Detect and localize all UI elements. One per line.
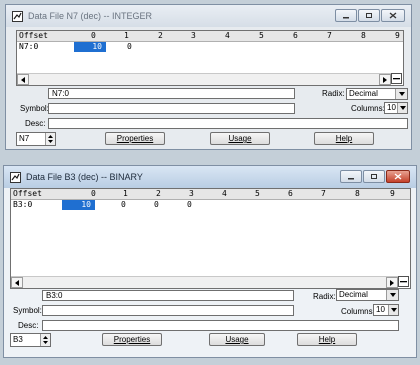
columns-label: Columns: (351, 104, 385, 113)
usage-button[interactable]: Usage (210, 132, 270, 145)
column-header-7: 7 (321, 189, 326, 198)
symbol-field[interactable] (48, 103, 295, 114)
columns-value: 10 (376, 305, 385, 314)
file-spinner[interactable]: N7 (16, 132, 56, 146)
selected-cell[interactable]: 10 (74, 42, 106, 52)
grid-column-header: Offset 0 1 2 3 4 5 6 7 8 9 (11, 189, 410, 200)
column-header-8: 8 (361, 31, 366, 40)
window-title: Data File N7 (dec) -- INTEGER (28, 11, 153, 21)
radix-select[interactable]: Decimal (346, 88, 408, 100)
minimize-button[interactable] (335, 9, 357, 22)
horizontal-scrollbar[interactable] (17, 73, 391, 85)
row-offset: N7:0 (19, 42, 39, 51)
minimize-button[interactable] (340, 170, 362, 183)
chevron-down-icon[interactable] (395, 89, 407, 99)
radix-select[interactable]: Decimal (336, 289, 399, 301)
column-header-0: 0 (91, 31, 96, 40)
n7-data-file-window: Data File N7 (dec) -- INTEGER Offset 0 1… (5, 4, 412, 150)
scroll-right-arrow-icon[interactable] (386, 277, 398, 288)
help-button[interactable]: Help (314, 132, 374, 145)
column-header-6: 6 (288, 189, 293, 198)
maximize-button[interactable] (363, 170, 385, 183)
scroll-left-arrow-icon[interactable] (11, 277, 23, 288)
column-header-4: 4 (225, 31, 230, 40)
column-header-2: 2 (158, 31, 163, 40)
file-spinner[interactable]: B3 (10, 333, 51, 347)
column-header-9: 9 (390, 189, 395, 198)
spinner-arrows-icon[interactable] (45, 133, 55, 145)
column-header-1: 1 (124, 31, 129, 40)
close-button[interactable] (381, 9, 405, 22)
offset-header: Offset (19, 31, 48, 40)
data-grid[interactable]: Offset 0 1 2 3 4 5 6 7 8 9 B3:0 10 0 0 0 (10, 188, 411, 289)
help-button[interactable]: Help (297, 333, 357, 346)
data-cell[interactable]: 0 (154, 200, 159, 210)
grid-column-header: Offset 0 1 2 3 4 5 6 7 8 9 (17, 31, 403, 42)
column-header-5: 5 (255, 189, 260, 198)
table-row: B3:0 10 0 0 0 (11, 200, 410, 210)
column-header-2: 2 (156, 189, 161, 198)
column-header-3: 3 (191, 31, 196, 40)
usage-button[interactable]: Usage (209, 333, 265, 346)
column-header-9: 9 (395, 31, 400, 40)
radix-label: Radix: (313, 292, 336, 301)
file-spinner-value: B3 (13, 335, 23, 344)
row-offset: B3:0 (13, 200, 33, 209)
symbol-label: Symbol: (20, 104, 49, 113)
window-title: Data File B3 (dec) -- BINARY (26, 172, 143, 182)
column-header-0: 0 (91, 189, 96, 198)
selected-cell[interactable]: 10 (62, 200, 95, 210)
scroll-right-arrow-icon[interactable] (379, 74, 391, 85)
table-row: N7:0 10 0 (17, 42, 403, 52)
data-cell[interactable]: 0 (127, 42, 132, 52)
address-field[interactable]: B3:0 (42, 290, 294, 301)
radix-label: Radix: (322, 89, 345, 98)
scroll-left-arrow-icon[interactable] (17, 74, 29, 85)
desc-label: Desc: (18, 321, 39, 330)
data-file-app-icon (10, 171, 21, 183)
column-header-7: 7 (327, 31, 332, 40)
data-grid[interactable]: Offset 0 1 2 3 4 5 6 7 8 9 N7:0 10 0 (16, 30, 404, 86)
symbol-field[interactable] (42, 305, 294, 316)
collapse-minus-icon[interactable] (398, 276, 409, 287)
chevron-down-icon[interactable] (388, 305, 398, 315)
b3-data-file-window: Data File B3 (dec) -- BINARY Offset 0 1 … (3, 165, 417, 358)
properties-button[interactable]: Properties (105, 132, 165, 145)
properties-button[interactable]: Properties (102, 333, 162, 346)
column-header-8: 8 (355, 189, 360, 198)
data-cell[interactable]: 0 (187, 200, 192, 210)
column-header-3: 3 (189, 189, 194, 198)
desc-field[interactable] (48, 118, 408, 129)
collapse-minus-icon[interactable] (391, 73, 402, 84)
columns-label: Columns: (341, 307, 375, 316)
data-file-app-icon (12, 10, 23, 22)
columns-value: 10 (387, 103, 396, 112)
column-header-6: 6 (293, 31, 298, 40)
column-header-1: 1 (123, 189, 128, 198)
columns-select[interactable]: 10 (373, 304, 399, 316)
column-header-4: 4 (222, 189, 227, 198)
address-field[interactable]: N7:0 (48, 88, 295, 99)
radix-value: Decimal (339, 290, 368, 299)
symbol-label: Symbol: (13, 306, 42, 315)
column-header-5: 5 (259, 31, 264, 40)
offset-header: Offset (13, 189, 42, 198)
spinner-arrows-icon[interactable] (40, 334, 50, 346)
close-button[interactable] (386, 170, 410, 183)
desc-label: Desc: (25, 119, 46, 128)
radix-value: Decimal (349, 89, 378, 98)
data-cell[interactable]: 0 (121, 200, 126, 210)
file-spinner-value: N7 (19, 134, 30, 143)
n7-title-bar[interactable]: Data File N7 (dec) -- INTEGER (6, 5, 411, 27)
chevron-down-icon[interactable] (386, 290, 398, 300)
chevron-down-icon[interactable] (397, 103, 407, 113)
b3-title-bar[interactable]: Data File B3 (dec) -- BINARY (4, 166, 416, 188)
desc-field[interactable] (42, 320, 399, 331)
horizontal-scrollbar[interactable] (11, 276, 398, 288)
columns-select[interactable]: 10 (384, 102, 408, 114)
maximize-button[interactable] (358, 9, 380, 22)
